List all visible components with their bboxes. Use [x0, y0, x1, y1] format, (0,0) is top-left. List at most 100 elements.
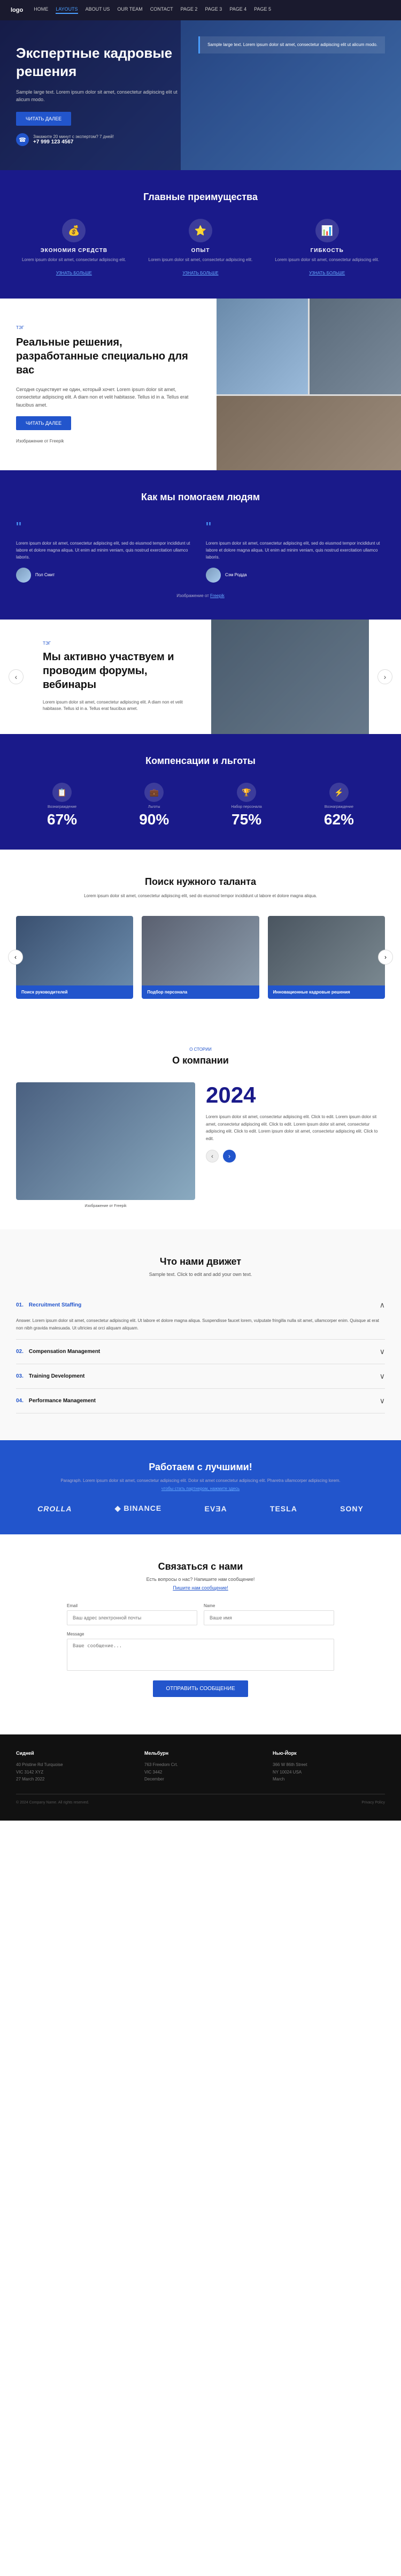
about-image-link[interactable]: Изображение от Freepik	[16, 1204, 195, 1208]
forums-right-arrow[interactable]: ›	[377, 669, 392, 684]
forums-content: ТЭГ Мы активно участвуем и проводим фору…	[32, 620, 369, 735]
faq-title-2: Training Development	[29, 1373, 380, 1379]
talent-card-1: Подбор персонала	[142, 916, 259, 999]
forums-prev-btn[interactable]: ‹	[0, 623, 32, 730]
name-label: Name	[204, 1603, 334, 1608]
contact-desc: Есть вопросы о нас? Напишите нам сообщен…	[16, 1577, 385, 1582]
advantage-link-0[interactable]: УЗНАТЬ БОЛЬШЕ	[56, 271, 92, 276]
faq-toggle-0[interactable]: ∧	[380, 1301, 385, 1310]
talent-section: Поиск нужного таланта Lorem ipsum dolor …	[0, 850, 401, 1026]
advantages-section: Главные преимущества 💰 ЭКОНОМИЯ СРЕДСТВ …	[0, 170, 401, 299]
how-help-link-text[interactable]: Freepik	[210, 593, 225, 598]
footer-copyright: © 2024 Company Name. All rights reserved…	[16, 1801, 89, 1805]
about-right: 2024 Lorem ipsum dolor sit amet, consect…	[206, 1082, 385, 1208]
partner-logo-0: CROLLA	[37, 1504, 72, 1513]
email-input[interactable]	[67, 1610, 197, 1625]
faq-toggle-1[interactable]: ∨	[380, 1347, 385, 1356]
hero-phone: ☎ Закажите 20 минут с экспертом? 7 дней!…	[16, 133, 187, 146]
nav-logo[interactable]: logo	[11, 7, 23, 13]
nav-link-contact[interactable]: CONTACT	[150, 6, 173, 14]
nav-link-about us[interactable]: ABOUT US	[86, 6, 110, 14]
talent-next-arrow[interactable]: ›	[378, 950, 393, 965]
nav-link-page 3[interactable]: PAGE 3	[205, 6, 222, 14]
about-navigation: ‹ ›	[206, 1150, 385, 1163]
faq-num-2: 03.	[16, 1373, 24, 1379]
faq-header-0[interactable]: 01. Recruitment Staffing ∧	[16, 1293, 385, 1317]
forums-left-arrow[interactable]: ‹	[9, 669, 24, 684]
footer-col-2: Нью-Йорк366 W 86th StreetNY 10024 USAMar…	[273, 1751, 385, 1783]
real-solutions-button[interactable]: ЧИТАТЬ ДАЛЕЕ	[16, 416, 71, 430]
advantage-title-2: ГИБКОСТЬ	[269, 248, 385, 254]
real-solutions-link[interactable]: Изображение от Freepik	[16, 439, 200, 444]
about-content: Изображение от Freepik 2024 Lorem ipsum …	[16, 1082, 385, 1208]
nav-link-page 4[interactable]: PAGE 4	[229, 6, 246, 14]
contact-link[interactable]: Пишите нам сообщение!	[16, 1585, 385, 1591]
about-desc: Lorem ipsum dolor sit amet, consectetur …	[206, 1113, 385, 1142]
partners-section: Работаем с лучшими! Paragraph. Lorem ips…	[0, 1440, 401, 1534]
talent-card-image-1	[142, 916, 259, 985]
contact-submit-button[interactable]: ОТПРАВИТЬ СООБЩЕНИЕ	[153, 1680, 248, 1697]
phone-icon: ☎	[16, 133, 29, 146]
hero-cta-button[interactable]: ЧИТАТЬ ДАЛЕЕ	[16, 112, 71, 126]
faq-num-3: 04.	[16, 1398, 24, 1404]
faq-title-1: Compensation Management	[29, 1349, 380, 1355]
nav-link-page 2[interactable]: PAGE 2	[181, 6, 198, 14]
footer-line: March	[273, 1776, 385, 1783]
email-field-container: Email	[67, 1603, 197, 1625]
comp-icon-3: ⚡	[329, 783, 349, 802]
about-left: Изображение от Freepik	[16, 1082, 195, 1208]
forums-next-btn[interactable]: ›	[369, 669, 401, 684]
how-help-link: Изображение от Freepik	[16, 593, 385, 598]
comp-icon-1: 💼	[144, 783, 164, 802]
comp-value-3: 62%	[324, 811, 354, 828]
forums-title: Мы активно участвуем и проводим форумы, …	[43, 650, 200, 692]
footer-line: 27 March 2022	[16, 1776, 128, 1783]
comp-value-2: 75%	[231, 811, 261, 828]
hero-phone-info: Закажите 20 минут с экспертом? 7 дней! +…	[33, 134, 114, 145]
compensation-item-1: 💼 Льготы 90%	[139, 783, 169, 828]
faq-header-3[interactable]: 04. Performance Management ∨	[16, 1389, 385, 1413]
forums-image	[211, 620, 369, 735]
footer-line: 763 Freedom Crt.	[144, 1761, 257, 1769]
about-next-btn[interactable]: ›	[223, 1150, 236, 1163]
drives-subtitle: Sample text. Click to edit and add your …	[16, 1272, 385, 1277]
hero-right-box: Sample large text. Lorem ipsum dolor sit…	[198, 36, 385, 53]
about-prev-btn[interactable]: ‹	[206, 1150, 219, 1163]
message-field-container: Message	[67, 1632, 334, 1671]
advantage-title-0: ЭКОНОМИЯ СРЕДСТВ	[16, 248, 132, 254]
advantage-link-1[interactable]: УЗНАТЬ БОЛЬШЕ	[182, 271, 218, 276]
nav-link-layouts[interactable]: LAYOUTS	[56, 6, 78, 14]
advantage-link-2[interactable]: УЗНАТЬ БОЛЬШЕ	[309, 271, 345, 276]
contact-form: Email Name Message ОТПРАВИТЬ СООБЩЕНИЕ	[67, 1603, 334, 1697]
advantage-desc-0: Lorem ipsum dolor sit amet, consectetur …	[16, 257, 132, 263]
faq-header-2[interactable]: 03. Training Development ∨	[16, 1364, 385, 1388]
testimonial-1: " Lorem ipsum dolor sit amet, consectetu…	[206, 519, 385, 582]
talent-card-label-0: Поиск руководителей	[16, 985, 133, 999]
nav-link-our team[interactable]: OUR TEAM	[117, 6, 142, 14]
talent-card-image-0	[16, 916, 133, 985]
talent-prev-arrow[interactable]: ‹	[8, 950, 23, 965]
name-input[interactable]	[204, 1610, 334, 1625]
footer-line: VIC 3442	[144, 1769, 257, 1776]
contact-title: Связаться с нами	[16, 1561, 385, 1572]
how-help-section: Как мы помогаем людям " Lorem ipsum dolo…	[0, 470, 401, 619]
solution-image-1	[217, 299, 308, 394]
hero-title: Экспертные кадровые решения	[16, 44, 187, 81]
faq-header-1[interactable]: 02. Compensation Management ∨	[16, 1340, 385, 1364]
partners-link[interactable]: чтобы стать партнером, нажмите здесь	[16, 1486, 385, 1491]
comp-icon-0: 📋	[52, 783, 72, 802]
advantage-title-1: ОПЫТ	[143, 248, 259, 254]
solution-image-2	[310, 299, 401, 394]
comp-value-1: 90%	[139, 811, 169, 828]
compensation-title: Компенсации и льготы	[16, 755, 385, 767]
message-input[interactable]	[67, 1639, 334, 1671]
footer-col-title-0: Сидней	[16, 1751, 128, 1756]
faq-title-0: Recruitment Staffing	[29, 1302, 380, 1308]
about-section: О СТОРИИ О компании Изображение от Freep…	[0, 1026, 401, 1229]
faq-toggle-2[interactable]: ∨	[380, 1372, 385, 1381]
faq-toggle-3[interactable]: ∨	[380, 1396, 385, 1405]
nav-link-home[interactable]: HOME	[34, 6, 48, 14]
footer-privacy[interactable]: Privacy Policy	[361, 1801, 385, 1805]
testimonial-text-0: Lorem ipsum dolor sit amet, consectetur …	[16, 540, 195, 561]
nav-link-page 5[interactable]: PAGE 5	[254, 6, 271, 14]
